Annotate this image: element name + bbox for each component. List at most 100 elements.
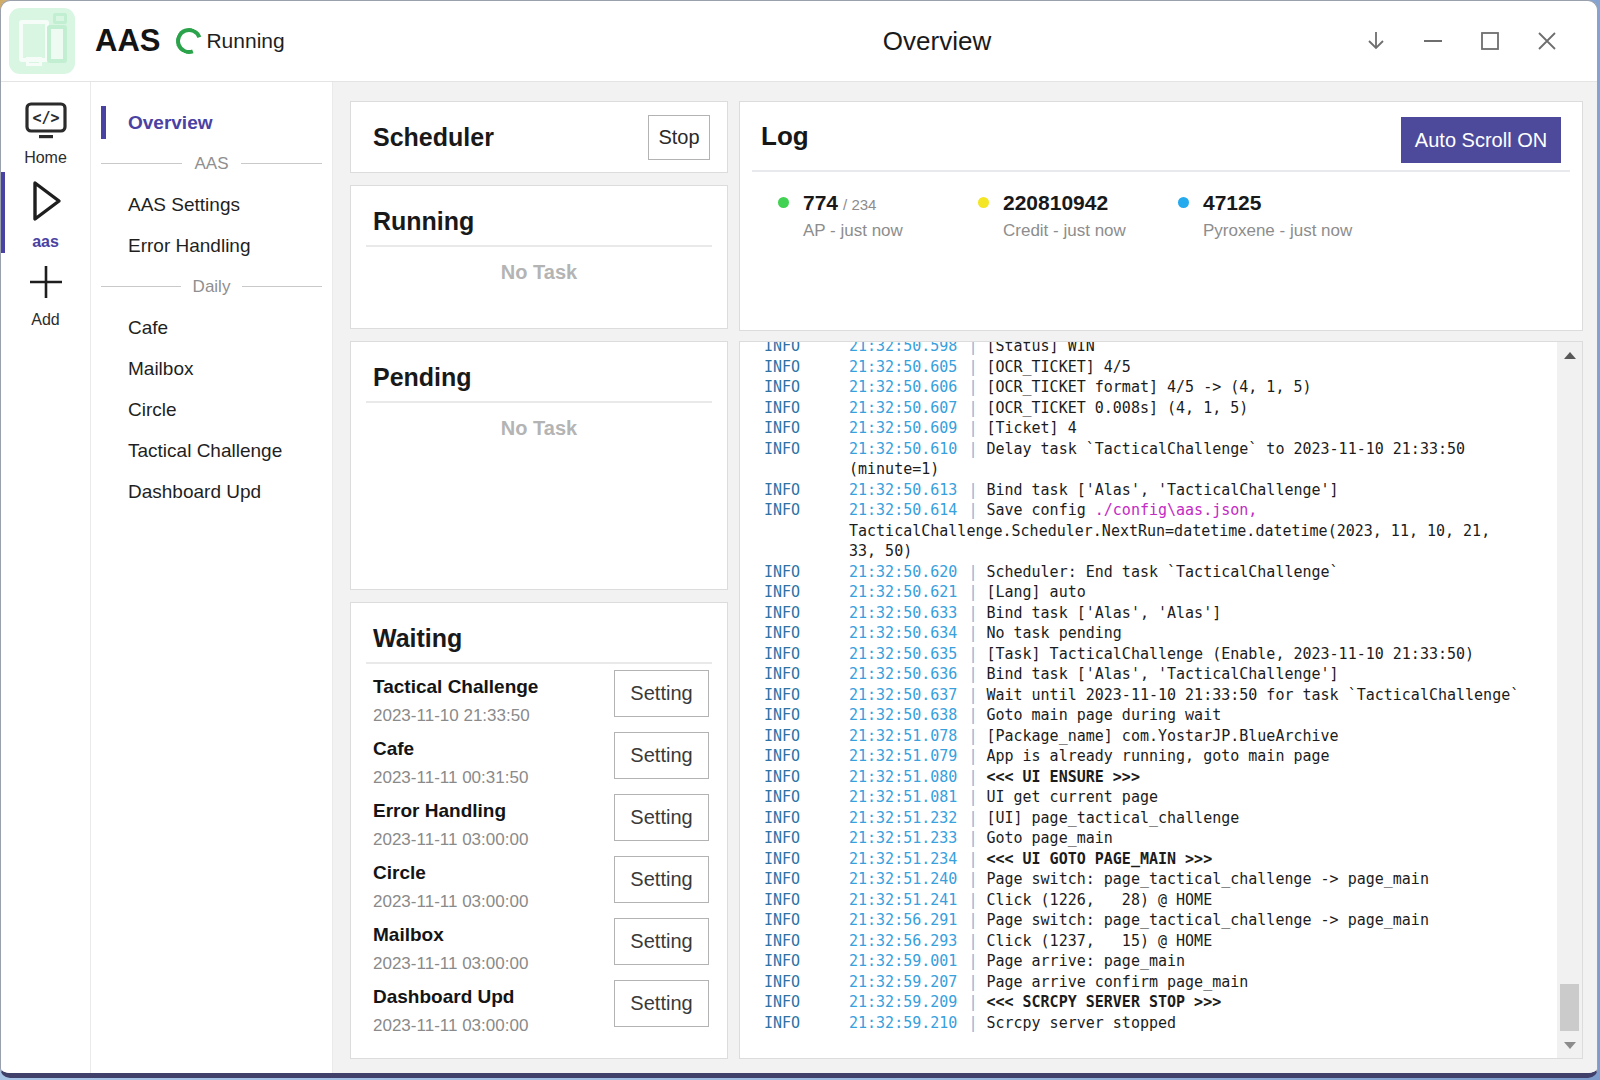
log-line: INFO21:32:51.232|[UI] page_tactical_chal… <box>764 808 1523 829</box>
activity-bar: </> Home aas Add <box>1 82 91 1073</box>
log-line: INFO21:32:50.636|Bind task ['Alas', 'Tac… <box>764 664 1523 685</box>
nav-item-overview[interactable]: Overview <box>91 102 332 143</box>
log-line: INFO21:32:50.637|Wait until 2023-11-10 2… <box>764 685 1523 706</box>
task-info: Tactical Challenge2023-11-10 21:33:50 <box>373 676 538 726</box>
nav-item-dashboard-upd[interactable]: Dashboard Upd <box>91 471 332 512</box>
nav-item-tactical-challenge[interactable]: Tactical Challenge <box>91 430 332 471</box>
waiting-task-row: Mailbox2023-11-11 03:00:00 Setting <box>366 912 712 974</box>
log-line: INFO21:32:59.001|Page arrive: page_main <box>764 951 1523 972</box>
task-setting-button[interactable]: Setting <box>614 732 709 779</box>
maximize-icon[interactable] <box>1478 29 1502 53</box>
scroll-up-icon[interactable] <box>1557 342 1582 368</box>
code-monitor-icon: </> <box>23 102 69 144</box>
log-lines: INFO21:32:50.598|[Status] WININFO21:32:5… <box>764 341 1552 1033</box>
task-name: Dashboard Upd <box>373 986 528 1008</box>
task-next-run-time: 2023-11-11 03:00:00 <box>373 1016 528 1036</box>
task-info: Error Handling 2023-11-11 03:00:00 <box>373 800 528 850</box>
stat-value: 220810942 <box>1003 191 1108 215</box>
log-line: INFO21:32:50.620|Scheduler: End task `Ta… <box>764 562 1523 583</box>
log-line: INFO21:32:50.606|[OCR_TICKET format] 4/5… <box>764 377 1523 398</box>
log-line: INFO21:32:51.081|UI get current page <box>764 787 1523 808</box>
log-line: INFO21:32:50.610|Delay task `TacticalCha… <box>764 439 1523 480</box>
log-line: INFO21:32:59.209|<<< SCRCPY SERVER STOP … <box>764 992 1523 1013</box>
task-next-run-time: 2023-11-11 00:31:50 <box>373 768 528 788</box>
nav-group-label: Daily <box>193 277 231 297</box>
scrollbar-thumb[interactable] <box>1560 984 1579 1031</box>
running-empty-text: No Task <box>366 261 712 284</box>
log-panel: INFO21:32:50.598|[Status] WININFO21:32:5… <box>739 341 1583 1059</box>
resource-stats: 774/ 234AP - just now220810942Credit - j… <box>761 191 1561 241</box>
app-logo-icon <box>9 8 75 74</box>
task-info: Circle2023-11-11 03:00:00 <box>373 862 528 912</box>
waiting-task-row: Tactical Challenge2023-11-10 21:33:50 Set… <box>366 664 712 726</box>
scroll-down-icon[interactable] <box>1557 1032 1582 1058</box>
waiting-task-list: Tactical Challenge2023-11-10 21:33:50 Set… <box>366 664 712 1036</box>
running-card: Running No Task <box>350 185 728 329</box>
nav-group-divider: Daily <box>91 266 332 307</box>
minimize-icon[interactable] <box>1421 29 1445 53</box>
activitybar-item-home[interactable]: </> Home <box>1 102 90 167</box>
page-title: Overview <box>883 26 991 57</box>
activitybar-item-add[interactable]: Add <box>1 262 90 329</box>
pending-title: Pending <box>366 363 712 392</box>
stat-label: Credit - just now <box>1003 221 1126 241</box>
task-setting-button[interactable]: Setting <box>614 980 709 1027</box>
task-info: Mailbox2023-11-11 03:00:00 <box>373 924 528 974</box>
arrow-down-icon[interactable] <box>1364 29 1388 53</box>
nav-item-cafe[interactable]: Cafe <box>91 307 332 348</box>
nav-item-error-handling[interactable]: Error Handling <box>91 225 332 266</box>
stat-dot-icon <box>1178 197 1189 208</box>
stop-button[interactable]: Stop <box>648 115 710 160</box>
nav-item-mailbox[interactable]: Mailbox <box>91 348 332 389</box>
stat-suffix: / 234 <box>843 196 876 213</box>
scheduler-title: Scheduler <box>373 123 494 152</box>
play-icon <box>26 178 66 228</box>
log-line: INFO21:32:50.609|[Ticket] 4 <box>764 418 1523 439</box>
resource-stat: 220810942 Credit - just now <box>978 191 1178 241</box>
activitybar-item-label: Home <box>24 149 67 167</box>
waiting-card: Waiting Tactical Challenge2023-11-10 21:… <box>350 602 728 1059</box>
log-line: INFO21:32:50.638|Goto main page during w… <box>764 705 1523 726</box>
nav-item-aas-settings[interactable]: AAS Settings <box>91 184 332 225</box>
task-info: Cafe 2023-11-11 00:31:50 <box>373 738 528 788</box>
stat-label: Pyroxene - just now <box>1203 221 1352 241</box>
auto-scroll-button[interactable]: Auto Scroll ON <box>1401 117 1561 163</box>
log-scrollbar[interactable] <box>1557 342 1582 1058</box>
resource-stat: 47125Pyroxene - just now <box>1178 191 1378 241</box>
log-line: INFO21:32:50.633|Bind task ['Alas', 'Ala… <box>764 603 1523 624</box>
waiting-title: Waiting <box>366 624 712 653</box>
log-line: INFO21:32:50.613|Bind task ['Alas', 'Tac… <box>764 480 1523 501</box>
close-icon[interactable] <box>1535 29 1559 53</box>
waiting-task-row: Error Handling 2023-11-11 03:00:00 Setting <box>366 788 712 850</box>
waiting-task-row: Cafe 2023-11-11 00:31:50 Setting <box>366 726 712 788</box>
task-name: Mailbox <box>373 924 528 946</box>
log-line: INFO21:32:56.291|Page switch: page_tacti… <box>764 910 1523 931</box>
task-setting-button[interactable]: Setting <box>614 856 709 903</box>
task-next-run-time: 2023-11-11 03:00:00 <box>373 830 528 850</box>
content-area: Scheduler Stop Running No Task Pending N… <box>333 82 1597 1073</box>
log-line: INFO21:32:51.080|<<< UI ENSURE >>> <box>764 767 1523 788</box>
scheduler-status: Running <box>206 29 284 53</box>
pending-card: Pending No Task <box>350 341 728 590</box>
stat-label: AP - just now <box>803 221 903 241</box>
nav-item-circle[interactable]: Circle <box>91 389 332 430</box>
task-name: Circle <box>373 862 528 884</box>
scheduler-card: Scheduler Stop <box>350 101 728 173</box>
activitybar-item-label: Add <box>31 311 59 329</box>
resource-stat: 774/ 234AP - just now <box>778 191 978 241</box>
activitybar-item-aas[interactable]: aas <box>1 178 90 251</box>
nav-sidebar: OverviewAASAAS SettingsError HandlingDai… <box>91 82 333 1073</box>
activitybar-item-label: aas <box>32 233 59 251</box>
task-setting-button[interactable]: Setting <box>614 918 709 965</box>
scheduler-column: Scheduler Stop Running No Task Pending N… <box>350 101 728 1059</box>
task-name: Error Handling <box>373 800 528 822</box>
task-setting-button[interactable]: Setting <box>614 794 709 841</box>
main-area: </> Home aas Add OverviewAASAAS SettingsErr… <box>1 82 1597 1073</box>
task-name: Cafe <box>373 738 528 760</box>
pending-empty-text: No Task <box>366 417 712 440</box>
log-title: Log <box>761 121 809 152</box>
task-info: Dashboard Upd 2023-11-11 03:00:00 <box>373 986 528 1036</box>
task-setting-button[interactable]: Setting <box>614 670 709 717</box>
log-line: INFO21:32:50.607|[OCR_TICKET 0.008s] (4,… <box>764 398 1523 419</box>
log-line: INFO21:32:51.240|Page switch: page_tacti… <box>764 869 1523 890</box>
